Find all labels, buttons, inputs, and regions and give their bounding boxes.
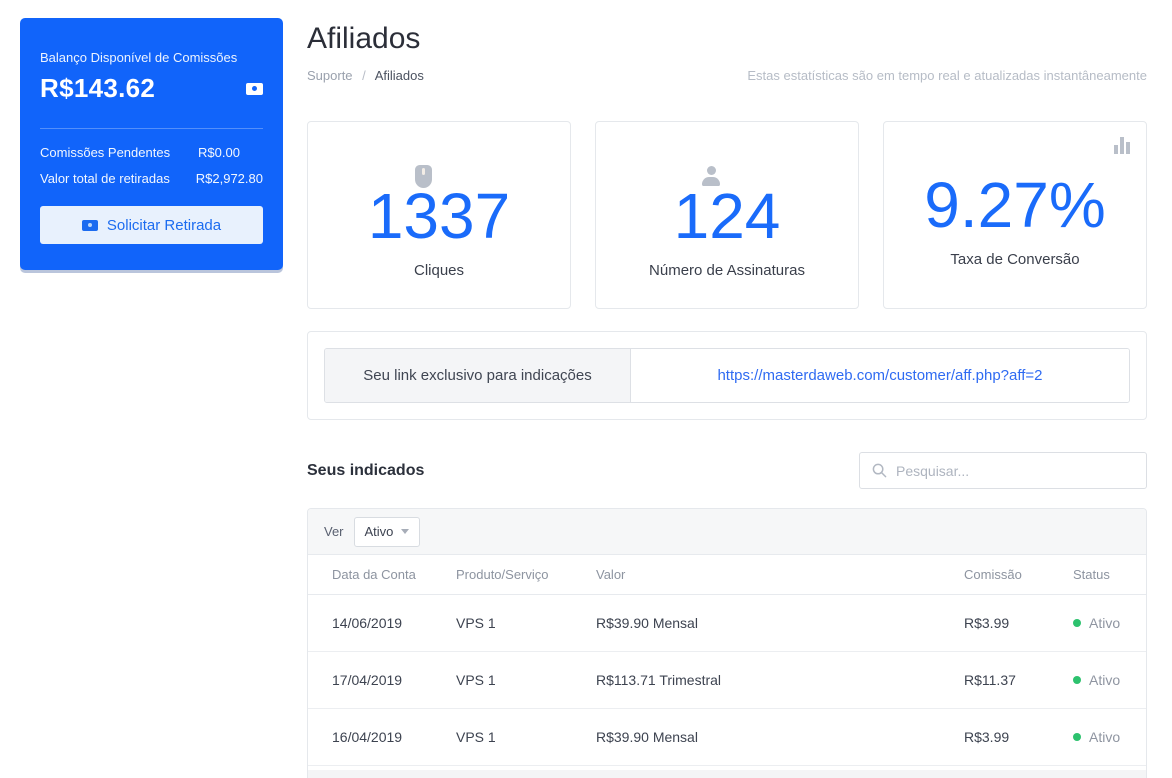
filter-label: Ver: [324, 524, 344, 539]
table-row: 14/06/2019 VPS 1 R$39.90 Mensal R$3.99 A…: [308, 595, 1146, 652]
clicks-label: Cliques: [413, 262, 465, 279]
col-commission: Comissão: [964, 567, 1022, 582]
cell-commission: R$11.37: [964, 672, 1016, 688]
signups-value: 124: [673, 179, 781, 252]
table-footer: [308, 770, 1146, 778]
cell-commission: R$3.99: [964, 729, 1010, 745]
table-row: 16/04/2019 VPS 1 R$39.90 Mensal R$3.99 A…: [308, 709, 1146, 766]
banknote-icon: [246, 82, 263, 95]
conversion-value: 9.27%: [924, 168, 1106, 241]
balance-amount: R$143.62: [40, 73, 156, 103]
cell-product: VPS 1: [456, 615, 496, 631]
table-header-row: Data da Conta Produto/Serviço Valor Comi…: [308, 555, 1146, 595]
search-input[interactable]: [896, 462, 1134, 479]
col-value: Valor: [596, 567, 626, 582]
status-dot-icon: [1073, 619, 1081, 627]
person-icon: [702, 165, 720, 188]
conversion-label: Taxa de Conversão: [950, 250, 1080, 268]
status-dot-icon: [1073, 676, 1081, 684]
commission-balance-card: Balanço Disponível de Comissões R$143.62…: [20, 18, 283, 270]
request-withdrawal-label: Solicitar Retirada: [106, 216, 222, 234]
status-badge: Ativo: [1073, 729, 1146, 745]
mouse-icon: [414, 165, 432, 188]
referral-link-url[interactable]: https://masterdaweb.com/customer/aff.php…: [717, 367, 1042, 384]
request-withdrawal-button[interactable]: Solicitar Retirada: [40, 206, 263, 244]
total-withdrawn-label: Valor total de retiradas: [40, 171, 170, 186]
search-icon: [872, 463, 887, 478]
breadcrumb-afiliados: Afiliados: [374, 68, 424, 83]
status-filter-value: Ativo: [364, 524, 394, 539]
cell-date: 16/04/2019: [332, 729, 403, 745]
cell-value: R$113.71 Trimestral: [596, 672, 722, 688]
status-badge: Ativo: [1073, 672, 1146, 688]
realtime-stats-note: Estas estatísticas são em tempo real e a…: [747, 68, 1147, 83]
balance-label: Balanço Disponível de Comissões: [40, 50, 238, 65]
search-box[interactable]: [859, 452, 1147, 489]
cell-date: 17/04/2019: [332, 672, 403, 688]
table-row: 17/04/2019 VPS 1 R$113.71 Trimestral R$1…: [308, 652, 1146, 709]
stats-row: 1337 Cliques 124 Número de Assinaturas 9…: [307, 121, 1147, 309]
signups-label: Número de Assinaturas: [649, 261, 805, 279]
banknote-icon: [81, 219, 98, 231]
stat-card-signups: 124 Número de Assinaturas: [595, 121, 859, 309]
cell-value: R$39.90 Mensal: [596, 729, 698, 745]
page-title: Afiliados: [307, 22, 421, 55]
referrals-title: Seus indicados: [307, 461, 425, 479]
referral-link-card: Seu link exclusivo para indicações https…: [307, 331, 1147, 420]
cell-product: VPS 1: [456, 729, 496, 745]
clicks-value: 1337: [367, 180, 511, 252]
status-filter-select[interactable]: Ativo: [353, 516, 421, 547]
col-product: Produto/Serviço: [456, 567, 549, 582]
status-text: Ativo: [1089, 729, 1121, 745]
stat-card-conversion: 9.27% Taxa de Conversão: [883, 121, 1147, 309]
col-status: Status: [1073, 567, 1110, 582]
status-dot-icon: [1073, 733, 1081, 741]
status-text: Ativo: [1089, 672, 1121, 688]
chevron-down-icon: [401, 529, 410, 534]
stat-card-clicks: 1337 Cliques: [307, 121, 571, 309]
breadcrumb-separator: /: [362, 68, 366, 83]
pending-commissions-label: Comissões Pendentes: [40, 145, 171, 160]
total-withdrawn-value: R$2,972.80: [195, 171, 263, 186]
referral-link-label: Seu link exclusivo para indicações: [325, 349, 631, 402]
cell-product: VPS 1: [456, 672, 496, 688]
bar-chart-icon: [1114, 136, 1130, 154]
col-date: Data da Conta: [332, 567, 416, 582]
status-badge: Ativo: [1073, 615, 1146, 631]
cell-date: 14/06/2019: [332, 615, 403, 631]
breadcrumb-suporte[interactable]: Suporte: [307, 68, 353, 83]
cell-commission: R$3.99: [964, 615, 1010, 631]
breadcrumb: Suporte / Afiliados: [307, 68, 424, 83]
pending-commissions-value: R$0.00: [198, 145, 240, 160]
referral-link-field: https://masterdaweb.com/customer/aff.php…: [631, 349, 1129, 402]
divider: [40, 128, 263, 129]
referrals-table: Ver Ativo Data da Conta Produto/Serviço …: [307, 508, 1147, 778]
status-text: Ativo: [1089, 615, 1121, 631]
cell-value: R$39.90 Mensal: [596, 615, 698, 631]
